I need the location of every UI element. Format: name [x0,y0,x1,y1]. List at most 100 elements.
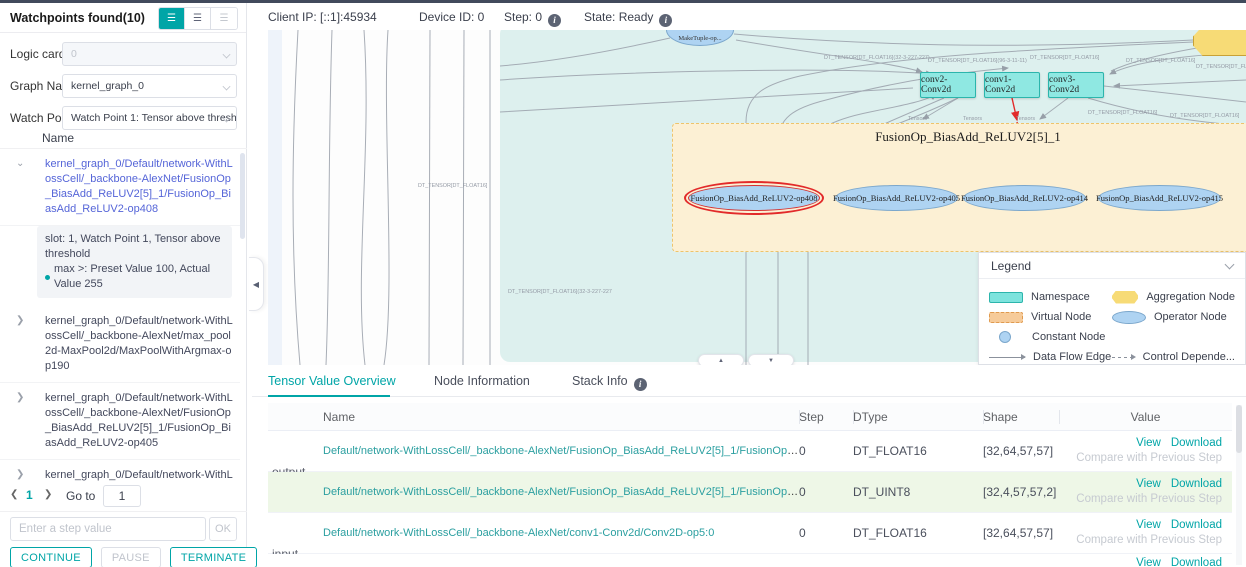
tree-chevron-icon[interactable]: ❯ [16,469,24,480]
watchpoint-node-name[interactable]: kernel_graph_0/Default/network-WithLossC… [45,157,233,217]
compare-previous-step-link[interactable]: Compare with Previous Step [1059,451,1222,466]
watchpoint-tree-item[interactable]: ❯ kernel_graph_0/Default/network-WithLos… [0,460,240,483]
tree-chevron-icon[interactable]: ⌄ [16,158,24,169]
tensor-name-link[interactable]: Default/network-WithLossCell/_backbone-A… [323,486,799,498]
download-link[interactable]: Download [1171,478,1222,490]
conv3-node[interactable]: conv3-Conv2d [1048,72,1104,98]
tree-scrollbar-thumb[interactable] [240,153,245,239]
value-cell: View Download Compare with Previous Step [1059,518,1232,548]
watchpoints-sidebar: Watchpoints found(10) ☰ ☰ ☰ Logic card 0… [0,3,247,567]
header-shape: Shape [983,410,1059,424]
debugger-statusbar: Client IP: [::1]:45934 Device ID: 0 Step… [252,3,1246,30]
view-link[interactable]: View [1136,519,1161,531]
dataflow-edge-icon [989,357,1025,358]
graph-scroll-down-button[interactable]: ▼ [748,354,794,365]
divider [0,511,247,512]
header-name: Name [300,410,799,424]
dtype-cell: DT_FLOAT16 [853,526,983,540]
view-toggle-grid-button[interactable]: ☰ [211,8,237,29]
tree-chevron-icon[interactable]: ❯ [16,315,24,326]
header-dtype: DType [853,410,983,424]
next-page-button[interactable]: ❯ [44,489,52,500]
operator-node-op408[interactable]: FusionOp_BiasAdd_ReLUV2-op408 [688,185,820,211]
operator-node-op415[interactable]: FusionOp_BiasAdd_ReLUV2-op415 [1098,185,1221,211]
hit-values-text: max >: Preset Value 100, Actual Value 25… [54,262,224,292]
step-value-input[interactable] [10,517,206,541]
state-indicator: State: Readyi [584,10,672,27]
tab-stack-info[interactable]: Stack Infoi [572,374,647,391]
step-cell: 0 [799,444,853,458]
edge-label: Tensors [963,115,982,121]
chevron-down-icon[interactable] [1225,260,1235,270]
sidebar-collapse-handle[interactable]: ◀ [249,257,264,311]
watch-point-select[interactable]: Watch Point 1: Tensor above threshold [62,106,237,130]
goto-page-input[interactable] [103,485,141,507]
bottom-tabs: Tensor Value Overview Node Information S… [252,367,1246,397]
state-info-icon[interactable]: i [659,14,672,27]
operator-node-op405[interactable]: FusionOp_BiasAdd_ReLUV2-op405 [835,185,958,211]
dtype-cell: DT_FLOAT16 [853,444,983,458]
tensor-name-link[interactable]: Default/network-WithLossCell/_backbone-A… [323,527,714,539]
graph-name-select[interactable]: kernel_graph_0 [62,74,237,98]
tab-node-information[interactable]: Node Information [434,374,530,388]
pause-button[interactable]: PAUSE [101,547,161,567]
compare-previous-step-link[interactable]: Compare with Previous Step [1059,533,1222,548]
operator-node-op414[interactable]: FusionOp_BiasAdd_ReLUV2-op414 [963,185,1086,211]
view-toggle-list-button[interactable]: ☰ [159,8,185,29]
view-link[interactable]: View [1136,478,1161,490]
legend-panel: Legend Namespace Aggregation Node Virtua… [978,252,1246,365]
fusionop-namespace-title: FusionOp_BiasAdd_ReLUV2[5]_1 [828,129,1108,145]
tensor-name-link[interactable]: Default/network-WithLossCell/_backbone-A… [323,445,799,457]
bullet-icon [45,275,50,280]
filter-section: Logic card 0 Graph Name kernel_graph_0 W… [0,35,246,131]
shape-cell: [32,4,57,57,2] [983,485,1059,499]
download-link[interactable]: Download [1171,557,1222,567]
watchpoint-tree-item[interactable]: ❯ kernel_graph_0/Default/network-WithLos… [0,306,240,383]
view-link[interactable]: View [1136,557,1161,567]
view-toggle-tree-button[interactable]: ☰ [185,8,211,29]
watchpoint-node-name[interactable]: kernel_graph_0/Default/network-WithLossC… [45,391,233,451]
table-scrollbar-thumb[interactable] [1236,405,1242,453]
chevron-left-icon: ◀ [253,280,259,289]
terminate-button[interactable]: TERMINATE [170,547,257,567]
continue-button[interactable]: CONTINUE [10,547,92,567]
shape-cell: [32,64,57,57] [983,444,1059,458]
conv2-node[interactable]: conv2-Conv2d [920,72,976,98]
tensor-table: Name Step DType Shape Value Default/netw… [268,403,1232,567]
step-cell: 0 [799,526,853,540]
watchpoint-tree-item[interactable]: ⌄ kernel_graph_0/Default/network-WithLos… [0,149,240,226]
view-link[interactable]: View [1136,437,1161,449]
client-ip: Client IP: [::1]:45934 [268,10,377,24]
aggregation-swatch-icon [1112,291,1138,304]
watchpoint-node-name[interactable]: kernel_graph_0/Default/network-WithLossC… [45,468,233,483]
debugger-controls: CONTINUE PAUSE TERMINATE [10,547,240,567]
step-info-icon[interactable]: i [548,14,561,27]
header-value: Value [1059,410,1232,424]
compare-previous-step-link[interactable]: Compare with Previous Step [1059,492,1222,507]
edge-label: DT_TENSOR[DT_FLOAT16] [418,182,487,188]
logic-card-select[interactable]: 0 [62,42,237,66]
step-indicator: Step: 0i [504,10,561,27]
aggregation-node[interactable] [1193,30,1246,56]
download-link[interactable]: Download [1171,519,1222,531]
graph-scroll-up-button[interactable]: ▲ [698,354,744,365]
stack-info-icon[interactable]: i [634,378,647,391]
value-cell: View Download [1059,554,1232,567]
ok-button[interactable]: OK [209,517,237,541]
watchpoint-tree-item[interactable]: ❯ kernel_graph_0/Default/network-WithLos… [0,383,240,460]
tensor-table-row: Default/network-WithLossCell/_backbone-A… [268,472,1232,513]
edge-label: DT_TENSOR[DT_FLOAT16](32-3-227-227) [824,54,930,60]
namespace-swatch-icon [989,292,1023,303]
conv1-node[interactable]: conv1-Conv2d [984,72,1040,98]
value-cell: View Download Compare with Previous Step [1059,436,1232,466]
watchpoint-node-name[interactable]: kernel_graph_0/Default/network-WithLossC… [45,314,233,374]
tree-chevron-icon[interactable]: ❯ [16,392,24,403]
device-id: Device ID: 0 [419,10,484,24]
current-page[interactable]: 1 [26,488,33,502]
prev-page-button[interactable]: ❮ [10,489,18,500]
table-header-row: Name Step DType Shape Value [268,403,1232,431]
download-link[interactable]: Download [1171,437,1222,449]
sidebar-header: Watchpoints found(10) ☰ ☰ ☰ [0,3,246,33]
tab-tensor-value-overview[interactable]: Tensor Value Overview [268,374,396,388]
computation-graph-canvas[interactable]: DT_TENSOR[DT_FLOAT16] DT_TENSOR[DT_FLOAT1… [268,30,1246,365]
